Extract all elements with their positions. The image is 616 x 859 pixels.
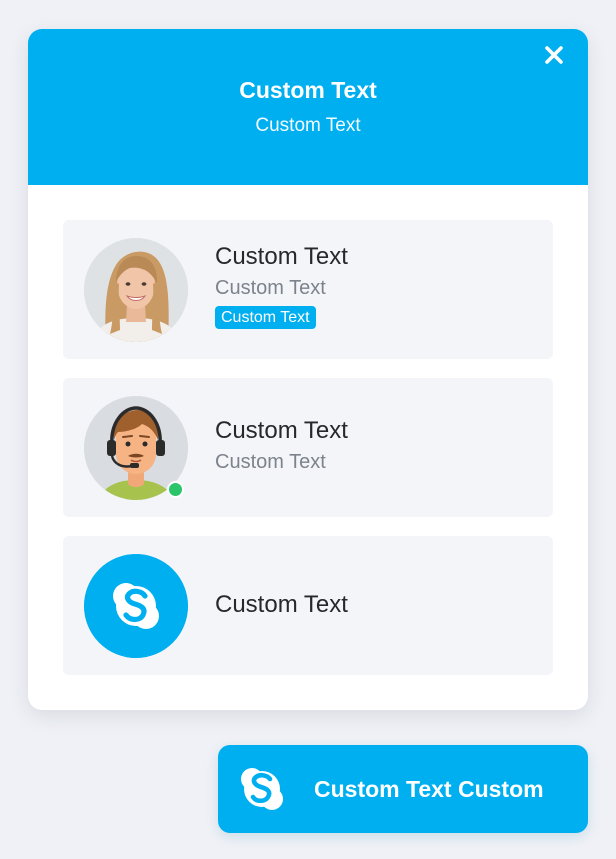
close-button[interactable] [542,43,566,67]
agent-name: Custom Text [215,591,348,618]
chat-launcher-button[interactable]: Custom Text Custom [218,745,588,833]
agent-avatar-1 [84,238,188,342]
header-title: Custom Text [239,77,377,103]
agent-role: Custom Text [215,277,326,299]
widget-header: Custom Text Custom Text [28,29,588,185]
agent-name: Custom Text [215,417,348,444]
close-icon[interactable] [542,43,566,67]
skype-icon [84,554,188,658]
agent-info-3: Custom Text [215,590,348,620]
skype-icon [241,768,283,810]
agent-info-1: Custom Text Custom Text Custom Text [215,242,348,329]
launcher-label: Custom Text Custom [314,776,544,802]
agent-avatar-3 [84,554,188,658]
woman-avatar-photo [84,238,188,342]
agent-card-3[interactable]: Custom Text [63,536,553,675]
agent-badge: Custom Text [215,306,316,329]
skype-avatar [84,554,188,658]
chat-widget-panel: Custom Text Custom Text Custom Text Cust… [28,29,588,710]
agent-avatar-2 [84,396,188,500]
agent-card-1[interactable]: Custom Text Custom Text Custom Text [63,220,553,359]
agent-card-2[interactable]: Custom Text Custom Text [63,378,553,517]
agent-name: Custom Text [215,243,348,270]
header-subtitle: Custom Text [255,115,361,136]
agent-role: Custom Text [215,451,326,473]
agent-info-2: Custom Text Custom Text [215,416,348,475]
online-status-indicator [167,481,184,498]
